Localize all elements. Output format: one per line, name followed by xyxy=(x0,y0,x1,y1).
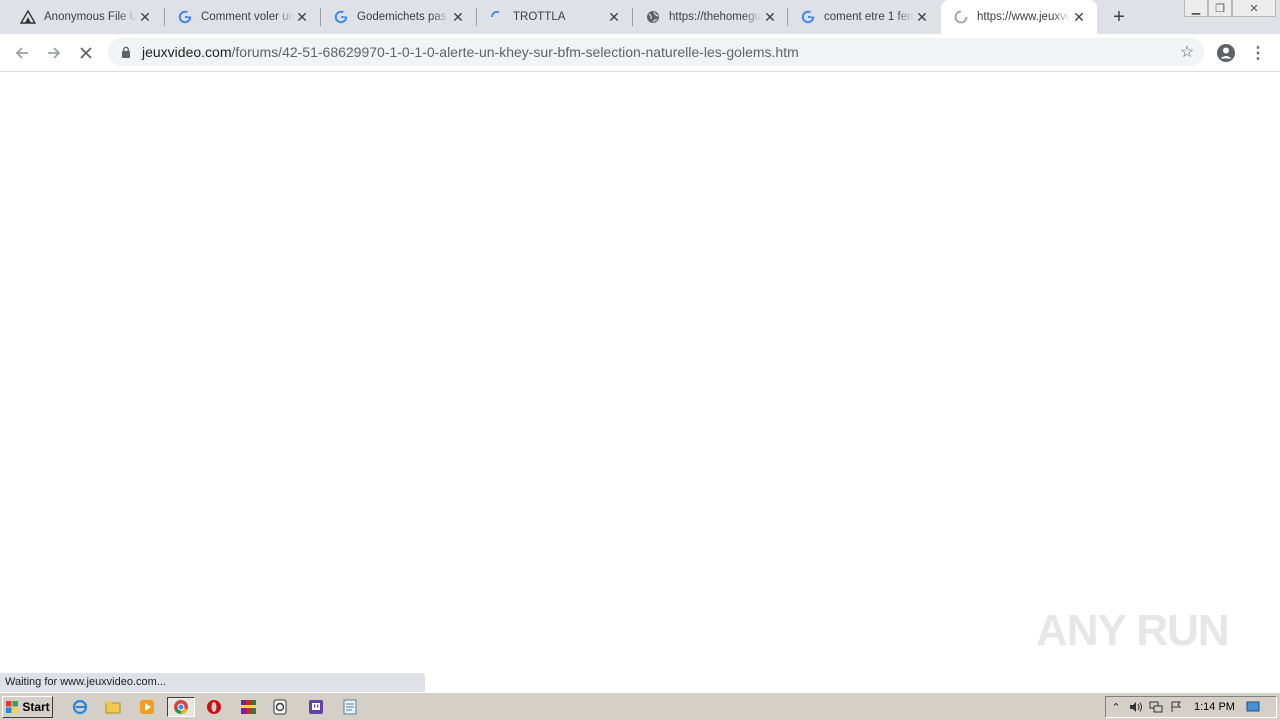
tab-title: Comment voler une xyxy=(201,11,294,23)
taskbar-explorer-icon[interactable] xyxy=(102,697,124,717)
lock-icon[interactable] xyxy=(119,45,133,59)
close-window-button[interactable]: ✕ xyxy=(1232,0,1276,17)
taskbar-clock[interactable]: 1:14 PM xyxy=(1194,701,1235,713)
forward-button[interactable] xyxy=(41,40,67,66)
globe-icon xyxy=(645,9,661,25)
page-content xyxy=(0,72,1280,692)
account-circle-icon xyxy=(1217,44,1235,62)
arrow-right-icon xyxy=(48,47,61,59)
minimize-icon: ▁ xyxy=(1191,2,1201,15)
stop-x-icon xyxy=(80,47,92,59)
tab-godemichets[interactable]: Godemichets pas chers ✕ xyxy=(321,0,476,34)
arrow-left-icon xyxy=(15,47,28,59)
kebab-menu-icon: ⋮ xyxy=(1250,45,1266,62)
taskbar-twitch-icon[interactable] xyxy=(305,697,327,717)
menu-button[interactable]: ⋮ xyxy=(1250,41,1266,65)
tab-title: https://www.jeuxvideo.com xyxy=(977,11,1071,23)
browser-toolbar: jeuxvideo.com/forums/42-51-68629970-1-0-… xyxy=(0,34,1280,72)
taskbar: Start ⌃ 1:14 PM xyxy=(0,692,1280,720)
volume-icon[interactable] xyxy=(1126,698,1146,716)
anyrun-watermark: ANY RUN xyxy=(1036,606,1230,656)
tab-title: https://thehomeguide xyxy=(669,11,762,23)
show-desktop-icon[interactable] xyxy=(1243,698,1263,716)
bookmark-star-icon[interactable]: ☆ xyxy=(1178,43,1196,61)
close-icon[interactable]: ✕ xyxy=(294,9,310,25)
url-host: jeuxvideo.com xyxy=(142,44,232,60)
tab-coment-etre[interactable]: coment etre 1 femme ✕ xyxy=(788,0,940,34)
new-tab-button[interactable]: + xyxy=(1106,5,1132,29)
taskbar-opera-icon[interactable] xyxy=(203,697,225,717)
close-icon[interactable]: ✕ xyxy=(450,9,466,25)
stop-loading-button[interactable] xyxy=(73,40,99,66)
close-icon[interactable]: ✕ xyxy=(1071,9,1087,25)
system-tray: ⌃ 1:14 PM xyxy=(1105,696,1277,718)
taskbar-app-icon[interactable] xyxy=(269,697,291,717)
upload-site-icon xyxy=(20,9,36,25)
tab-strip: Anonymous File Upload ✕ Comment voler un… xyxy=(0,0,1280,34)
tab-title: TROTTLA xyxy=(513,11,566,23)
start-button[interactable]: Start xyxy=(2,696,53,718)
watermark-logo-text: ANY RUN xyxy=(1036,606,1230,655)
close-icon[interactable]: ✕ xyxy=(914,9,930,25)
network-icon[interactable] xyxy=(1146,698,1166,716)
google-g-icon xyxy=(800,9,816,25)
tab-title: Godemichets pas chers xyxy=(357,11,450,23)
restore-button[interactable]: ❐ xyxy=(1208,0,1232,17)
restore-icon: ❐ xyxy=(1215,2,1225,15)
close-icon[interactable]: ✕ xyxy=(762,9,778,25)
google-g-icon xyxy=(177,9,193,25)
tab-comment-voler[interactable]: Comment voler une ✕ xyxy=(165,0,320,34)
tab-jeuxvideo-active[interactable]: https://www.jeuxvideo.com ✕ xyxy=(941,0,1097,34)
taskbar-chrome-icon[interactable] xyxy=(167,697,195,717)
taskbar-media-player-icon[interactable] xyxy=(136,697,158,717)
url-path: /forums/42-51-68629970-1-0-1-0-alerte-un… xyxy=(231,44,799,60)
minimize-button[interactable]: ▁ xyxy=(1184,0,1208,17)
tab-title: coment etre 1 femme xyxy=(824,11,914,23)
action-center-flag-icon[interactable] xyxy=(1166,698,1186,716)
tab-trottla[interactable]: TROTTLA ✕ xyxy=(477,0,632,34)
tab-thehomeguide[interactable]: https://thehomeguide ✕ xyxy=(633,0,788,34)
close-icon: ✕ xyxy=(1249,2,1259,15)
windows-flag-icon xyxy=(6,701,19,713)
status-bubble: Waiting for www.jeuxvideo.com... xyxy=(0,673,425,692)
tray-expand-icon[interactable]: ⌃ xyxy=(1106,698,1126,716)
url-text[interactable]: jeuxvideo.com/forums/42-51-68629970-1-0-… xyxy=(142,44,799,60)
loading-spinner-icon xyxy=(489,9,505,25)
close-icon[interactable]: ✕ xyxy=(606,9,622,25)
tab-title: Anonymous File Upload xyxy=(44,11,137,23)
start-label: Start xyxy=(22,700,50,714)
tab-anonymous-file-upload[interactable]: Anonymous File Upload ✕ xyxy=(8,0,163,34)
profile-avatar[interactable] xyxy=(1214,41,1238,65)
back-button[interactable] xyxy=(9,40,35,66)
address-bar[interactable]: jeuxvideo.com/forums/42-51-68629970-1-0-… xyxy=(108,38,1204,66)
google-g-icon xyxy=(333,9,349,25)
taskbar-notepad-icon[interactable] xyxy=(339,697,361,717)
loading-spinner-icon xyxy=(953,9,969,25)
taskbar-ie-icon[interactable] xyxy=(69,697,91,717)
close-icon[interactable]: ✕ xyxy=(137,9,153,25)
taskbar-winrar-icon[interactable] xyxy=(236,697,262,717)
